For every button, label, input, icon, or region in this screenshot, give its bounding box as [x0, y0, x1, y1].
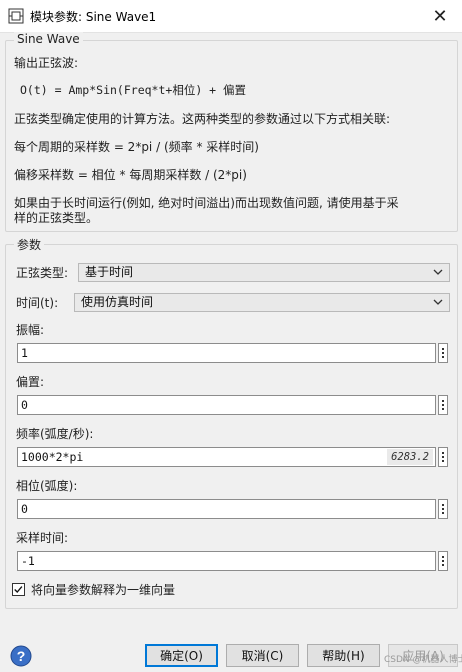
check-icon	[14, 586, 23, 594]
amplitude-label: 振幅:	[16, 323, 45, 337]
description-line-output: 输出正弦波:	[14, 56, 79, 70]
description-line-samples: 每个周期的采样数 = 2*pi / (频率 * 采样时间)	[14, 140, 259, 154]
sine-type-label: 正弦类型:	[16, 266, 69, 280]
frequency-value: 1000*2*pi	[21, 450, 84, 464]
cancel-button[interactable]: 取消(C)	[226, 644, 299, 667]
window-title: 模块参数: Sine Wave1	[30, 10, 157, 24]
sine-type-select[interactable]: 基于时间	[78, 263, 450, 282]
sine-type-value: 基于时间	[85, 265, 134, 279]
parameters-group-label: 参数	[14, 236, 45, 253]
time-select[interactable]: 使用仿真时间	[74, 293, 450, 312]
phase-field[interactable]: 0	[17, 499, 436, 519]
bias-label: 偏置:	[16, 375, 45, 389]
chevron-down-icon	[433, 299, 443, 305]
sample-time-field[interactable]: -1	[17, 551, 436, 571]
amplitude-field[interactable]: 1	[17, 343, 436, 363]
title-bar: 模块参数: Sine Wave1 ✕	[0, 0, 462, 33]
description-line-offset: 偏移采样数 = 相位 * 每周期采样数 / (2*pi)	[14, 168, 247, 182]
description-line-note-end: 样的正弦类型。	[14, 211, 99, 225]
interpret-vector-checkbox[interactable]	[12, 583, 25, 596]
sample-time-more-button[interactable]	[438, 551, 448, 571]
chevron-down-icon	[433, 269, 443, 275]
frequency-more-button[interactable]	[438, 447, 448, 467]
close-button[interactable]: ✕	[418, 0, 462, 32]
help-button[interactable]: 帮助(H)	[307, 644, 380, 667]
bias-more-button[interactable]	[438, 395, 448, 415]
ok-button[interactable]: 确定(O)	[145, 644, 218, 667]
sample-time-label: 采样时间:	[16, 531, 69, 545]
phase-label: 相位(弧度):	[16, 479, 78, 493]
frequency-evaluated-value: 6283.2	[387, 449, 433, 465]
frequency-field[interactable]: 1000*2*pi 6283.2	[17, 447, 436, 467]
phase-more-button[interactable]	[438, 499, 448, 519]
close-icon: ✕	[432, 5, 448, 27]
description-formula: O(t) = Amp*Sin(Freq*t+相位) + 偏置	[20, 83, 247, 97]
bias-field[interactable]: 0	[17, 395, 436, 415]
time-label: 时间(t):	[16, 296, 59, 310]
watermark: CSDN @机器人博士	[384, 655, 462, 665]
help-icon[interactable]: ?	[10, 645, 32, 667]
block-app-icon	[8, 8, 24, 24]
time-value: 使用仿真时间	[81, 295, 154, 309]
description-group-label: Sine Wave	[14, 32, 83, 46]
amplitude-more-button[interactable]	[438, 343, 448, 363]
frequency-label: 频率(弧度/秒):	[16, 427, 94, 441]
interpret-vector-label: 将向量参数解释为一维向量	[31, 583, 176, 597]
svg-text:?: ?	[17, 648, 26, 664]
description-line-type: 正弦类型确定使用的计算方法。这两种类型的参数通过以下方式相关联:	[14, 112, 391, 126]
